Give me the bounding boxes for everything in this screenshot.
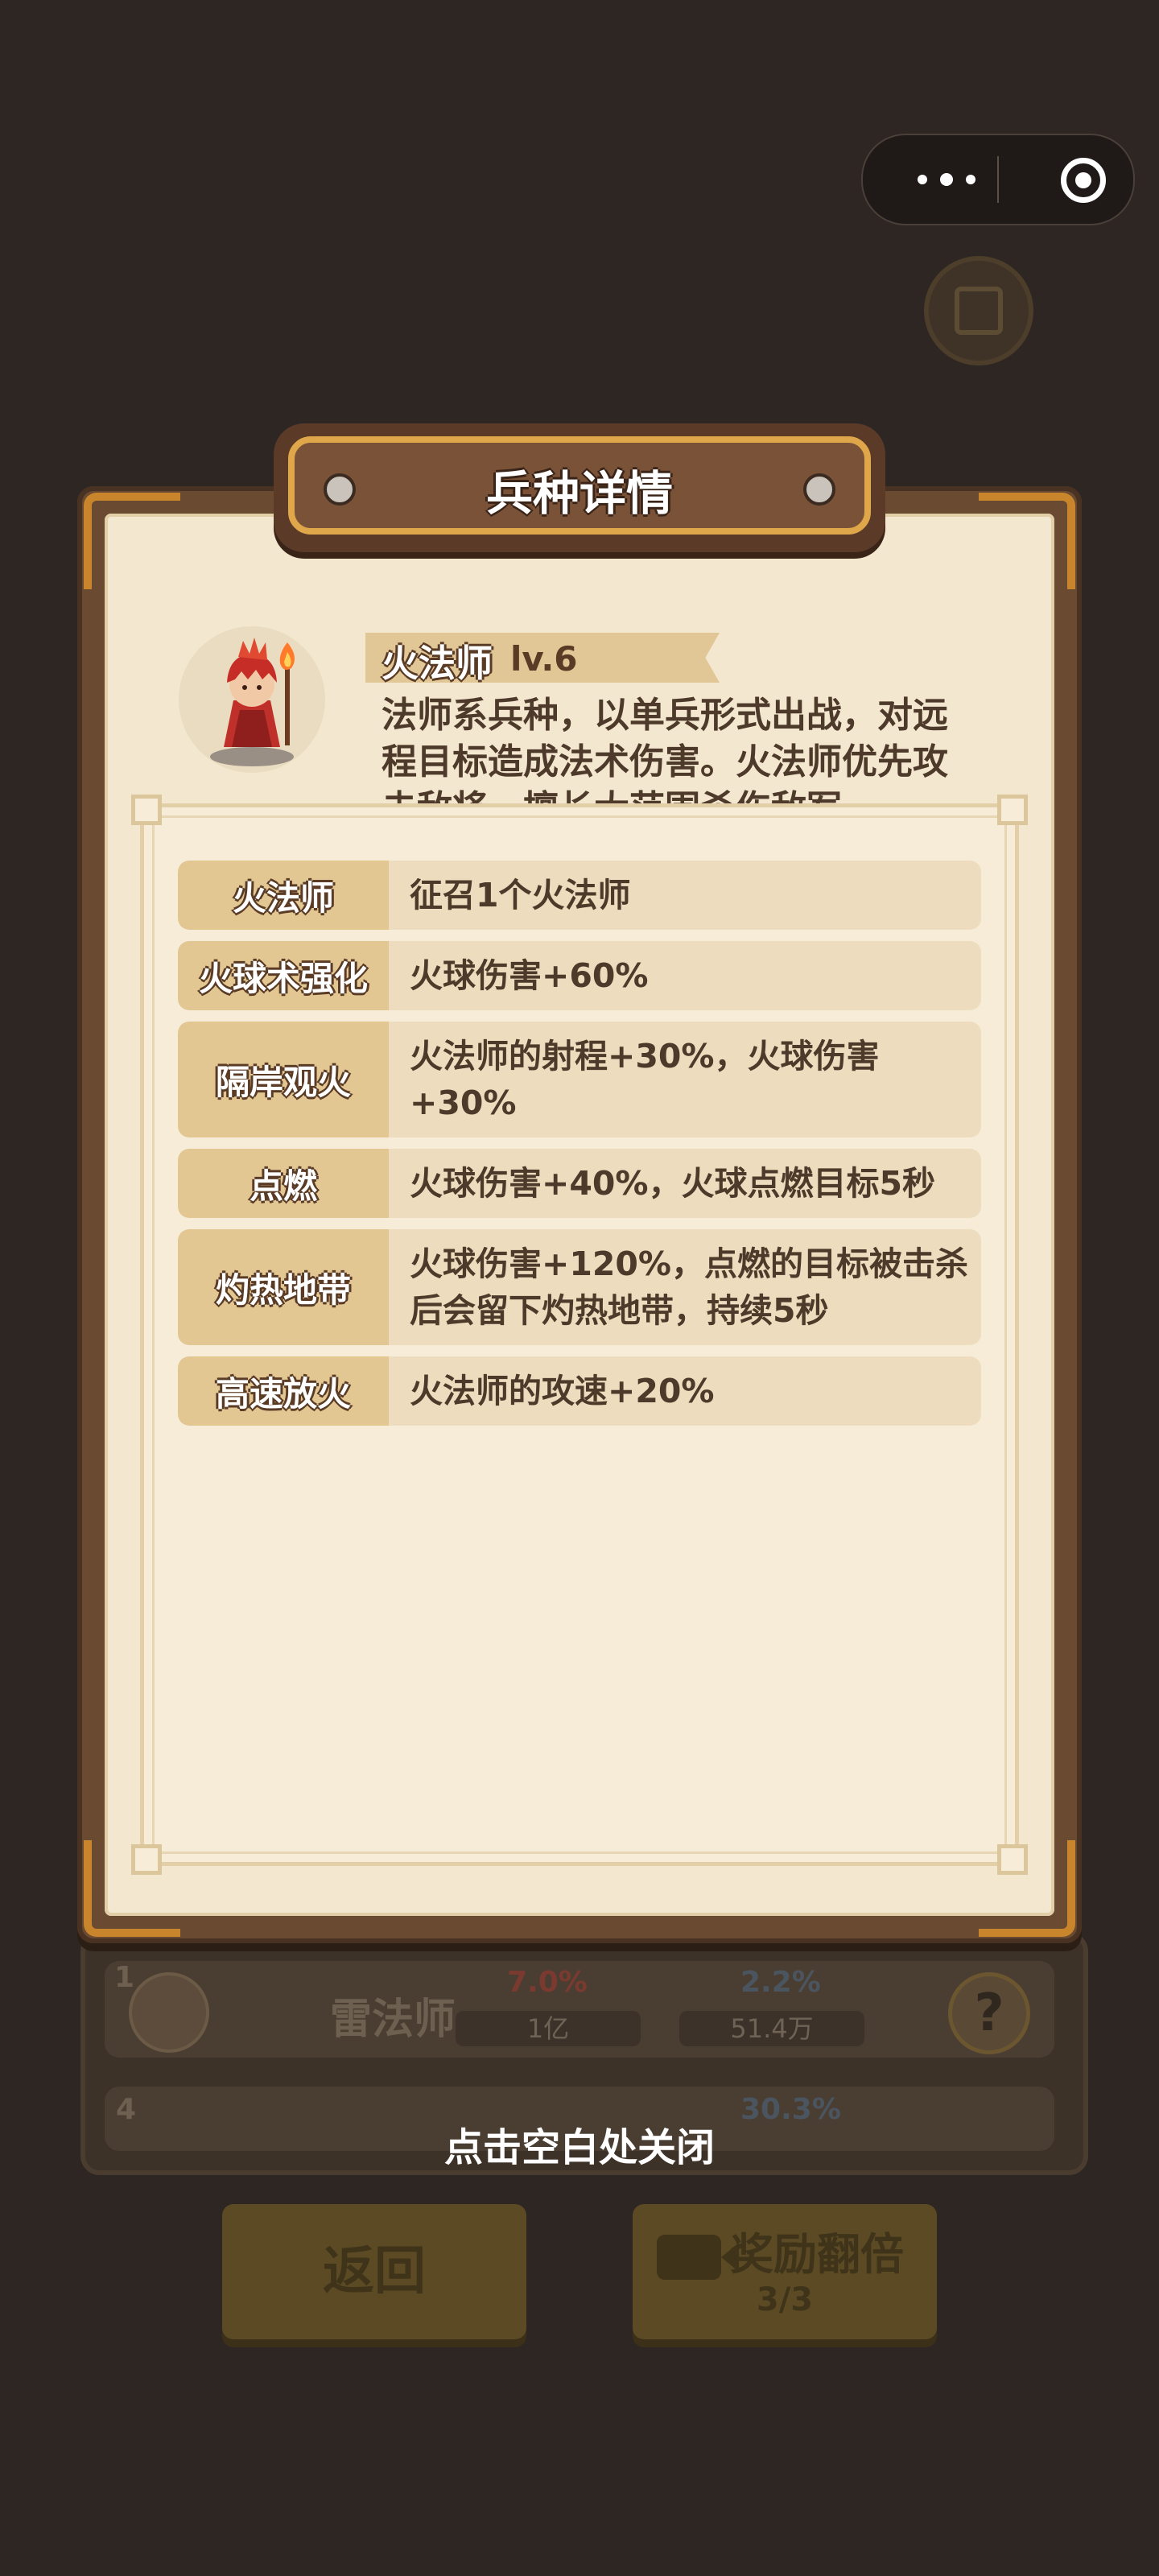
skill-name: 灼热地带 [178, 1229, 389, 1345]
attack-value: 1亿 [456, 2011, 641, 2046]
frame-knot [131, 1844, 162, 1875]
skill-row: 点燃 火球伤害+40%，火球点燃目标5秒 [178, 1149, 981, 1218]
unit-portrait [179, 626, 325, 773]
skill-name: 点燃 [178, 1149, 389, 1218]
defense-value: 51.4万 [679, 2011, 864, 2046]
skill-name: 火球术强化 [178, 941, 389, 1010]
dialog-title-plate: 兵种详情 [274, 423, 885, 552]
capsule-divider [997, 156, 999, 203]
double-reward-button[interactable]: 奖励翻倍 3/3 [633, 2204, 937, 2339]
frame-knot [131, 795, 162, 825]
skill-row: 灼热地带 火球伤害+120%，点燃的目标被击杀后会留下灼热地带，持续5秒 [178, 1229, 981, 1345]
defense-percent: 2.2% [740, 1966, 821, 1999]
skill-effect: 火球伤害+40%，火球点燃目标5秒 [410, 1164, 936, 1203]
dialog-paper: 火法师 lv.6 法师系兵种，以单兵形式出战，对远程目标造成法术伤害。火法师优先… [105, 514, 1054, 1916]
unit-detail-dialog: 火法师 lv.6 法师系兵种，以单兵形式出战，对远程目标造成法术伤害。火法师优先… [77, 423, 1082, 1943]
help-icon[interactable]: ? [948, 1972, 1030, 2054]
skill-frame: 火法师 征召1个火法师 火球术强化 火球伤害+60% 隔岸观火 火法师的射程+3… [131, 795, 1028, 1875]
back-button[interactable]: 返回 [222, 2204, 526, 2339]
fire-mage-icon [210, 638, 295, 766]
share-button[interactable] [924, 256, 1033, 365]
more-menu-button[interactable] [901, 135, 996, 224]
unit-avatar [129, 1972, 209, 2053]
skill-name: 隔岸观火 [178, 1022, 389, 1137]
more-dots-icon [918, 175, 927, 184]
more-dots-icon [966, 175, 975, 184]
double-reward-label: 奖励翻倍 [730, 2229, 904, 2280]
skill-name: 高速放火 [178, 1356, 389, 1426]
frame-knot [997, 1844, 1028, 1875]
skill-effect: 征召1个火法师 [410, 876, 631, 914]
unit-level-badge: 1 [114, 1961, 135, 1994]
attack-percent: 7.0% [507, 1966, 588, 1999]
unit-level: lv.6 [510, 639, 578, 679]
skill-row: 隔岸观火 火法师的射程+30%，火球伤害+30% [178, 1022, 981, 1137]
more-dots-icon [940, 173, 953, 186]
dialog-title: 兵种详情 [485, 466, 673, 521]
list-item[interactable]: 1 雷法师 7.0% 1亿 2.2% 51.4万 ? [105, 1961, 1054, 2058]
skill-effect: 火球伤害+60% [410, 956, 649, 995]
miniprogram-capsule [861, 134, 1135, 225]
unit-name: 火法师 [382, 642, 493, 685]
skill-list: 火法师 征召1个火法师 火球术强化 火球伤害+60% 隔岸观火 火法师的射程+3… [178, 861, 981, 1437]
unit-description: 法师系兵种，以单兵形式出战，对远程目标造成法术伤害。火法师优先攻击敌将，擅长大范… [382, 695, 948, 821]
skill-row: 火球术强化 火球伤害+60% [178, 941, 981, 1010]
double-reward-count: 3/3 [756, 2281, 814, 2318]
close-hint[interactable]: 点击空白处关闭 [0, 2116, 1159, 2172]
skill-row: 高速放火 火法师的攻速+20% [178, 1356, 981, 1426]
share-icon [955, 287, 1003, 335]
skill-name: 火法师 [178, 861, 389, 930]
target-dot-icon [1075, 172, 1091, 188]
unit-name: 雷法师 [330, 1996, 456, 2044]
skill-effect: 火法师的攻速+20% [410, 1372, 715, 1410]
frame-knot [997, 795, 1028, 825]
exit-miniprogram-button[interactable] [1040, 135, 1133, 224]
skill-effect: 火球伤害+120%，点燃的目标被击杀后会留下灼热地带，持续5秒 [410, 1245, 969, 1330]
skill-effect: 火法师的射程+30%，火球伤害+30% [410, 1037, 880, 1122]
skill-row: 火法师 征召1个火法师 [178, 861, 981, 930]
